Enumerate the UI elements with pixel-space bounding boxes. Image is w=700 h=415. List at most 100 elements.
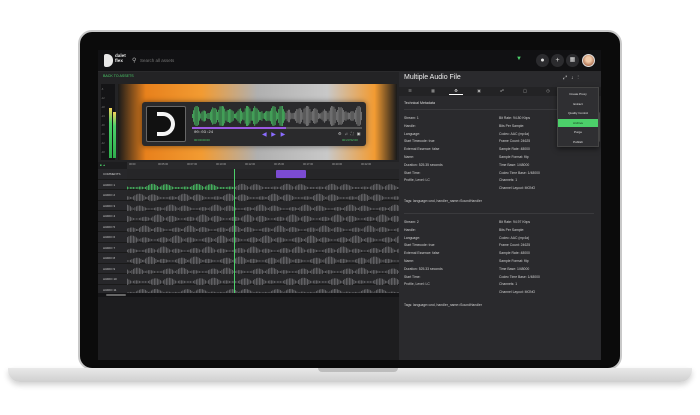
track-lane[interactable] — [127, 221, 400, 234]
track-label[interactable]: AUDIO 3 — [98, 200, 127, 211]
track-lane[interactable] — [127, 263, 400, 276]
transport-controls[interactable]: ◀ ▶ ▶ — [262, 131, 287, 138]
track-waveform-bar — [205, 280, 206, 284]
track-lane[interactable] — [127, 190, 400, 203]
track-waveform-bar — [226, 280, 227, 284]
tab-metadata-icon[interactable]: ▦ — [426, 88, 440, 95]
track-lane[interactable] — [127, 211, 400, 224]
ruler-tick: 00:12:00 — [245, 163, 256, 166]
menu-item-purge[interactable]: Purge — [558, 128, 598, 136]
track-waveform-bar — [380, 239, 382, 241]
track-label[interactable]: AUDIO 6 — [98, 232, 127, 243]
tab-media-icon[interactable]: ▣ — [472, 88, 486, 95]
waveform-bar — [230, 109, 232, 123]
timeline-tools[interactable]: ■ ▲ — [100, 163, 106, 167]
track-label[interactable]: AUDIO 1 — [98, 179, 127, 190]
track-label[interactable]: AUDIO 7 — [98, 242, 127, 253]
track-waveform-bar — [284, 269, 286, 274]
waveform-bar — [340, 107, 342, 125]
grid-icon[interactable]: ▦ — [566, 54, 579, 67]
menu-item-create-proxy[interactable]: Create Proxy — [558, 90, 598, 98]
waveform-bar — [264, 112, 265, 120]
back-to-assets-link[interactable]: BACK TO ASSETS — [103, 74, 134, 78]
menu-item-extract[interactable]: Extract — [558, 100, 598, 108]
plus-icon[interactable]: + — [551, 54, 564, 67]
ruler-tick: 00:22:00 — [361, 163, 372, 166]
track-waveform-bar — [244, 207, 245, 210]
timeline-scrollbar[interactable] — [98, 293, 399, 297]
track-lane[interactable] — [127, 242, 400, 255]
track-label[interactable]: AUDIO 5 — [98, 221, 127, 232]
tab-security-icon[interactable]: ◯ — [518, 88, 532, 95]
current-timecode: 00:03:24 — [194, 131, 214, 135]
track-waveform-bar — [157, 206, 158, 211]
track-waveform-bar — [293, 186, 295, 189]
track-lane[interactable] — [127, 169, 399, 180]
tab-technical-icon[interactable]: ⚙ — [449, 88, 463, 95]
track-label[interactable]: AUDIO 8 — [98, 253, 127, 264]
track-waveform-bar — [280, 197, 281, 199]
track-label[interactable]: AUDIO 9 — [98, 263, 127, 274]
track-waveform-bar — [242, 270, 244, 273]
waveform-bar — [319, 113, 320, 119]
scrollbar-thumb[interactable] — [106, 294, 126, 296]
playback-progress[interactable] — [192, 127, 362, 129]
track-label[interactable]: COMMENTS — [98, 169, 127, 180]
track-waveform-bar — [362, 280, 364, 284]
menu-item-quality-control[interactable]: Quality Control — [558, 109, 598, 117]
track-waveform-bar — [349, 228, 350, 231]
track-waveform-bar — [317, 249, 319, 252]
waveform-bar — [300, 108, 301, 124]
video-preview[interactable]: 00:03:24 00:00:00:00 00:23:52:00 ◀ ▶ ▶ ⚙… — [118, 84, 397, 160]
track-waveform-bar — [250, 185, 251, 190]
track-waveform-bar — [191, 196, 193, 200]
tab-history-icon[interactable]: ◷ — [541, 88, 555, 95]
track-waveform-bar — [358, 186, 359, 189]
expand-icon[interactable]: ⤢ — [563, 75, 571, 81]
filter-icon[interactable]: ▼ — [516, 56, 522, 62]
bell-icon[interactable]: ● — [536, 54, 549, 67]
tab-info-icon[interactable]: ☰ — [403, 88, 417, 95]
more-icon[interactable]: ⋮ — [578, 75, 583, 81]
track-waveform-bar — [167, 259, 169, 263]
track-waveform-bar — [148, 269, 149, 274]
player-control-icons[interactable]: ⚙ ♫ ⛶ ▣ — [338, 131, 362, 136]
track-lane[interactable] — [127, 232, 400, 245]
track-waveform-bar — [323, 270, 325, 273]
track-waveform-bar — [221, 259, 223, 263]
search-icon[interactable]: ⚲ — [132, 57, 136, 64]
track-label[interactable]: AUDIO 10 — [98, 274, 127, 285]
track-lane[interactable] — [127, 274, 400, 287]
track-waveform-bar — [211, 237, 212, 243]
track-waveform-bar — [203, 238, 205, 242]
track-lane[interactable] — [127, 179, 400, 192]
menu-item-publish[interactable]: Publish — [558, 138, 598, 146]
timeline-ruler[interactable]: 00:00 00:05:00 00:07:00 00:10:00 00:12:00 00:… — [127, 162, 399, 169]
track-waveform-bar — [170, 185, 172, 190]
comment-marker[interactable] — [276, 170, 306, 178]
tab-links-icon[interactable]: ☍ — [495, 88, 509, 95]
avatar[interactable] — [582, 54, 595, 67]
waveform-bar — [309, 108, 311, 124]
track-waveform-bar — [343, 197, 344, 199]
menu-item-archive[interactable]: Archive — [558, 118, 598, 127]
waveform-bar — [210, 111, 211, 121]
track-waveform-bar — [187, 217, 188, 221]
track-lane[interactable] — [127, 200, 400, 213]
track-waveform-bar — [286, 228, 287, 231]
track-waveform-bar — [298, 197, 299, 199]
track-lane[interactable] — [127, 253, 400, 266]
playhead[interactable] — [234, 169, 235, 293]
meta-field: Codec: AAC (mp4a) — [499, 131, 530, 136]
track-waveform-bar — [338, 196, 340, 200]
search-input[interactable] — [140, 55, 290, 66]
player-waveform[interactable] — [192, 106, 362, 126]
track-label[interactable]: AUDIO 2 — [98, 190, 127, 201]
waveform-bar — [349, 112, 350, 120]
timeline[interactable]: ■ ▲ 00:00 00:05:00 00:07:00 00:10:00 00:12:0… — [98, 162, 400, 360]
track-waveform-bar — [367, 217, 368, 221]
track-waveform-bar — [338, 259, 340, 263]
track-label[interactable]: AUDIO 4 — [98, 211, 127, 222]
meta-field: Channel Layout: MONO — [499, 186, 536, 191]
track-waveform-bar — [242, 228, 244, 231]
